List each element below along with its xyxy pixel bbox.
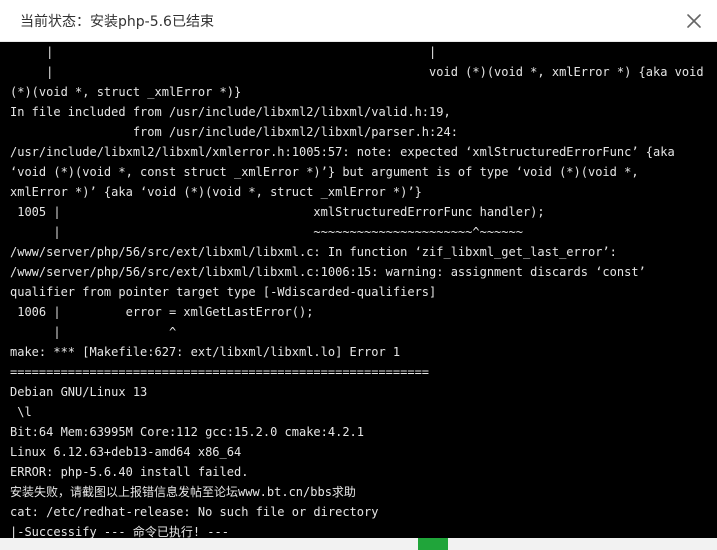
install-status-dialog: 当前状态：安装php-5.6已结束 | | | void (*)(void *,… [0, 0, 717, 550]
terminal-line: | void (*)(void *, xmlError *) {aka void [10, 65, 704, 79]
terminal-line: qualifier from pointer target type [-Wdi… [10, 285, 437, 299]
terminal-line: | | [10, 45, 437, 59]
terminal-line: xmlError *)’ {aka ‘void (*)(void *, stru… [10, 185, 422, 199]
terminal-line: 安装失败，请截图以上报错信息发帖至论坛www.bt.cn/bbs求助 [10, 485, 356, 499]
terminal-line: Linux 6.12.63+deb13-amd64 x86_64 [10, 445, 242, 459]
terminal-line: ERROR: php-5.6.40 install failed. [10, 465, 249, 479]
terminal-line: \l [10, 405, 32, 419]
terminal-line: | ^ [10, 325, 177, 339]
background-pagination-active [418, 538, 448, 550]
terminal-line: |-Successify --- 命令已执行! --- [10, 525, 229, 538]
terminal-line: /www/server/php/56/src/ext/libxml/libxml… [10, 245, 617, 259]
terminal-line: In file included from /usr/include/libxm… [10, 105, 451, 119]
background-page-strip [0, 538, 717, 550]
dialog-title: 当前状态：安装php-5.6已结束 [20, 14, 214, 30]
terminal-line: ‘void (*)(void *, const struct _xmlError… [10, 165, 639, 179]
terminal-line: | ~~~~~~~~~~~~~~~~~~~~~~^~~~~~~ [10, 225, 523, 239]
dialog-titlebar: 当前状态：安装php-5.6已结束 [0, 0, 717, 42]
terminal-line: 1006 | error = xmlGetLastError(); [10, 305, 314, 319]
terminal-line: /usr/include/libxml2/libxml/xmlerror.h:1… [10, 145, 675, 159]
terminal-lines: | | | void (*)(void *, xmlError *) {aka … [10, 42, 704, 538]
terminal-line: cat: /etc/redhat-release: No such file o… [10, 505, 379, 519]
terminal-line: Debian GNU/Linux 13 [10, 385, 148, 399]
terminal-line: (*)(void *, struct _xmlError *)} [10, 85, 242, 99]
terminal-line: 1005 | xmlStructuredErrorFunc handler); [10, 205, 545, 219]
terminal-line: Bit:64 Mem:63995M Core:112 gcc:15.2.0 cm… [10, 425, 365, 439]
terminal-line: /www/server/php/56/src/ext/libxml/libxml… [10, 265, 646, 279]
close-button[interactable] [683, 10, 705, 32]
close-icon [687, 14, 701, 28]
terminal-line: ========================================… [10, 365, 430, 379]
terminal-line: from /usr/include/libxml2/libxml/parser.… [10, 125, 458, 139]
terminal-line: make: *** [Makefile:627: ext/libxml/libx… [10, 345, 401, 359]
terminal-output[interactable]: | | | void (*)(void *, xmlError *) {aka … [0, 42, 717, 538]
